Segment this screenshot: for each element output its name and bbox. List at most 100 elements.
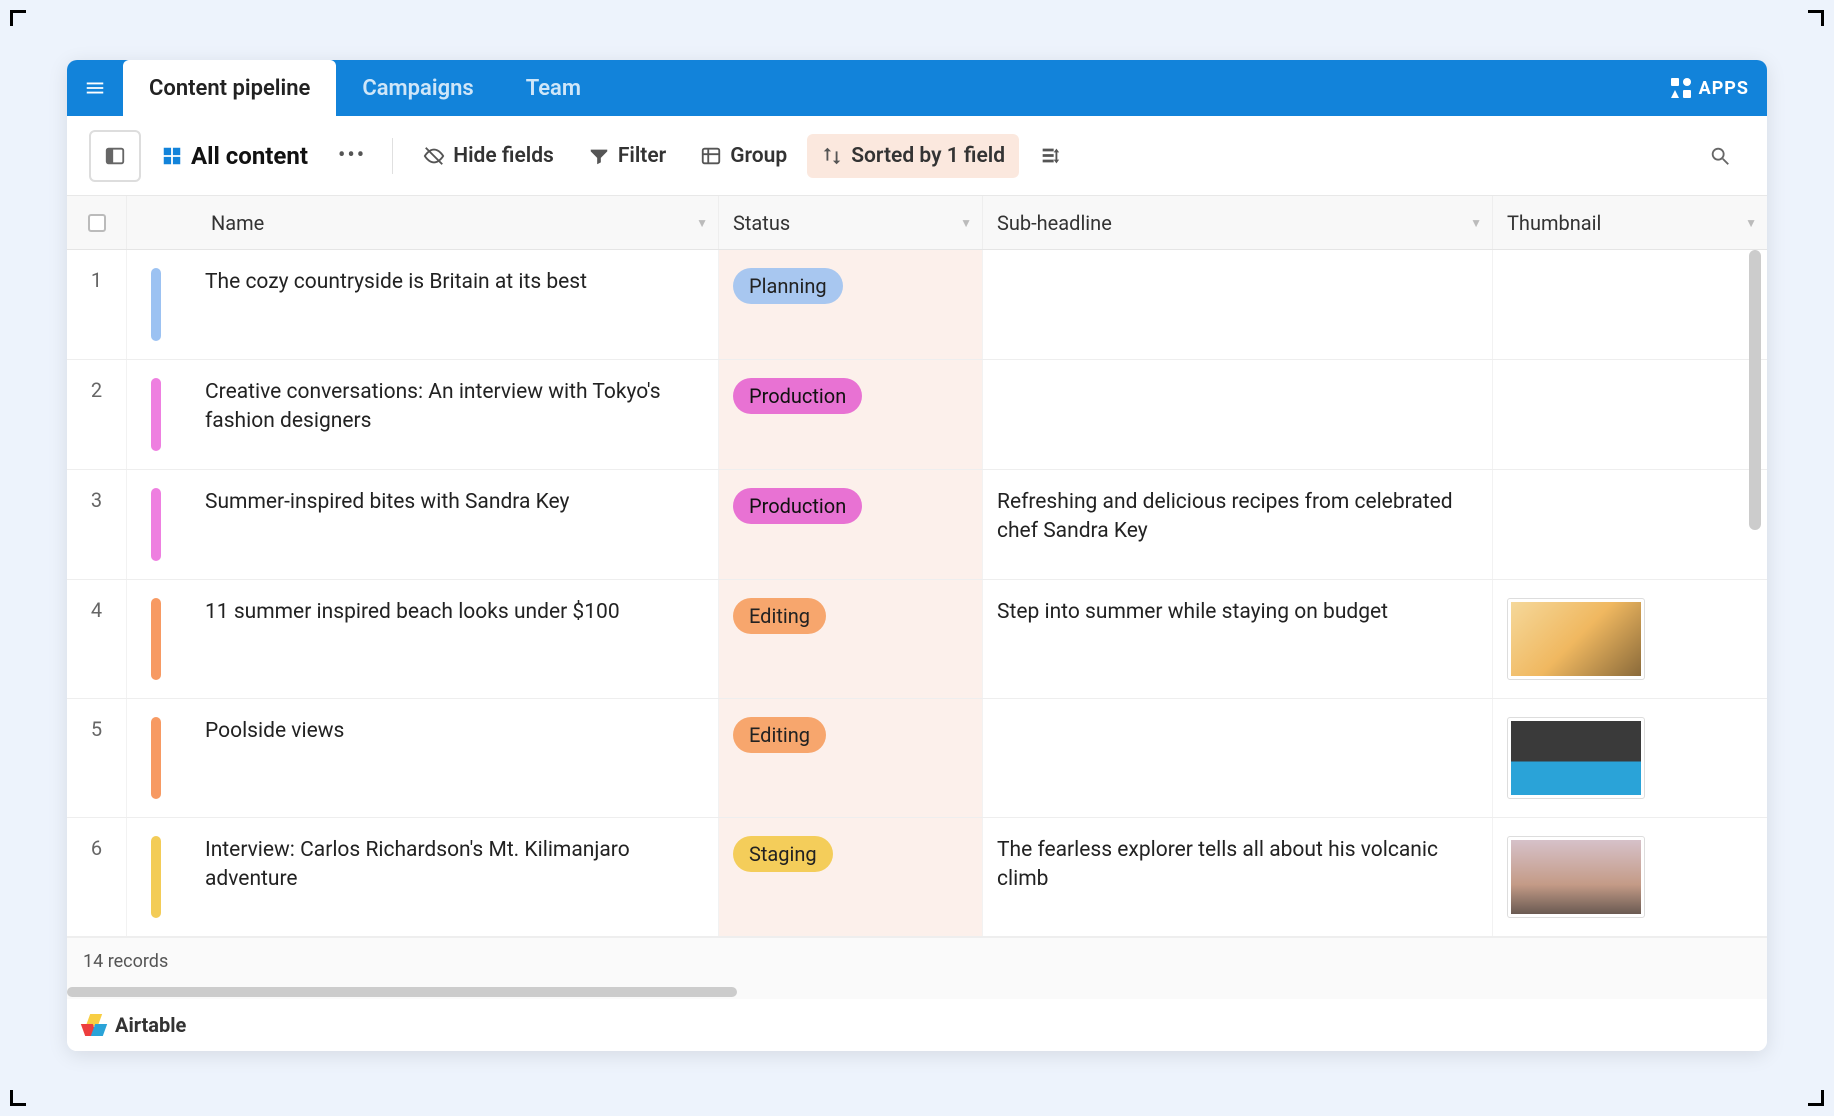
select-all-checkbox[interactable] <box>88 214 106 232</box>
cell-name[interactable]: Interview: Carlos Richardson's Mt. Kilim… <box>127 818 719 936</box>
cell-status[interactable]: Planning <box>719 250 983 359</box>
tab-campaigns[interactable]: Campaigns <box>336 60 499 116</box>
column-header-name[interactable]: Name▼ <box>127 196 719 249</box>
cell-name[interactable]: The cozy countryside is Britain at its b… <box>127 250 719 359</box>
cell-status[interactable]: Staging <box>719 818 983 936</box>
tab-team[interactable]: Team <box>500 60 607 116</box>
cell-name[interactable]: Creative conversations: An interview wit… <box>127 360 719 469</box>
column-header-sub-headline[interactable]: Sub-headline▼ <box>983 196 1493 249</box>
toggle-sidebar-button[interactable] <box>89 130 141 182</box>
name-text: Summer-inspired bites with Sandra Key <box>205 488 704 561</box>
chevron-down-icon: ▼ <box>960 216 972 230</box>
status-pill: Production <box>733 488 862 524</box>
brand-bar: Airtable <box>67 999 1767 1051</box>
tab-bar: Content pipeline Campaigns Team APPS <box>67 60 1767 116</box>
cell-name[interactable]: Summer-inspired bites with Sandra Key <box>127 470 719 579</box>
table-row[interactable]: 2 Creative conversations: An interview wi… <box>67 360 1767 470</box>
view-label: All content <box>191 142 308 170</box>
table-row[interactable]: 5 Poolside views Editing <box>67 699 1767 818</box>
name-text: Creative conversations: An interview wit… <box>205 378 704 451</box>
cell-sub-headline[interactable]: Refreshing and delicious recipes from ce… <box>983 470 1493 579</box>
apps-label: APPS <box>1699 78 1749 99</box>
row-number: 2 <box>67 360 127 469</box>
view-selector[interactable]: All content <box>147 132 322 180</box>
brand-name: Airtable <box>115 1013 186 1037</box>
eye-off-icon <box>423 145 445 167</box>
sort-button[interactable]: Sorted by 1 field <box>807 134 1019 178</box>
separator <box>392 138 393 174</box>
menu-icon <box>84 77 106 99</box>
cell-thumbnail[interactable] <box>1493 250 1767 359</box>
group-icon <box>700 145 722 167</box>
name-text: 11 summer inspired beach looks under $10… <box>205 598 704 680</box>
airtable-logo-icon <box>83 1014 105 1036</box>
status-pill: Editing <box>733 717 826 753</box>
table-row[interactable]: 6 Interview: Carlos Richardson's Mt. Kili… <box>67 818 1767 937</box>
chevron-down-icon: ▼ <box>1470 216 1482 230</box>
group-label: Group <box>730 144 787 168</box>
filter-icon <box>588 145 610 167</box>
cell-sub-headline[interactable]: Step into summer while staying on budget <box>983 580 1493 698</box>
thumbnail-image[interactable] <box>1507 598 1645 680</box>
view-options-button[interactable]: ••• <box>328 143 376 168</box>
hide-fields-button[interactable]: Hide fields <box>409 134 568 178</box>
sort-icon <box>821 145 843 167</box>
toolbar: All content ••• Hide fields Filter Group… <box>67 116 1767 196</box>
cell-sub-headline[interactable] <box>983 360 1493 469</box>
row-height-icon <box>1039 145 1061 167</box>
cell-thumbnail[interactable] <box>1493 470 1767 579</box>
status-pill: Production <box>733 378 862 414</box>
status-pill: Staging <box>733 836 833 872</box>
record-count: 14 records <box>83 951 168 972</box>
vertical-scrollbar[interactable] <box>1749 250 1761 530</box>
cell-thumbnail[interactable] <box>1493 818 1767 936</box>
thumbnail-image[interactable] <box>1507 836 1645 918</box>
chevron-down-icon: ▼ <box>696 216 708 230</box>
group-button[interactable]: Group <box>686 134 801 178</box>
cell-name[interactable]: 11 summer inspired beach looks under $10… <box>127 580 719 698</box>
name-text: Poolside views <box>205 717 704 799</box>
cell-thumbnail[interactable] <box>1493 699 1767 817</box>
horizontal-scrollbar-track[interactable] <box>67 985 1767 999</box>
status-pill: Planning <box>733 268 843 304</box>
tab-content-pipeline[interactable]: Content pipeline <box>123 60 336 116</box>
hide-fields-label: Hide fields <box>453 144 554 168</box>
table-row[interactable]: 1 The cozy countryside is Britain at its … <box>67 250 1767 360</box>
status-color-bar <box>151 598 161 680</box>
table-header: Name▼ Status▼ Sub-headline▼ Thumbnail▼ <box>67 196 1767 250</box>
select-all-header[interactable] <box>67 196 127 249</box>
cell-status[interactable]: Editing <box>719 580 983 698</box>
cell-status[interactable]: Production <box>719 470 983 579</box>
row-number: 5 <box>67 699 127 817</box>
row-number: 6 <box>67 818 127 936</box>
sidebar-icon <box>104 145 126 167</box>
table-body: 1 The cozy countryside is Britain at its … <box>67 250 1767 937</box>
cell-sub-headline[interactable] <box>983 699 1493 817</box>
status-color-bar <box>151 717 161 799</box>
row-number: 1 <box>67 250 127 359</box>
cell-sub-headline[interactable] <box>983 250 1493 359</box>
menu-button[interactable] <box>67 60 123 116</box>
cell-thumbnail[interactable] <box>1493 360 1767 469</box>
cell-thumbnail[interactable] <box>1493 580 1767 698</box>
name-text: The cozy countryside is Britain at its b… <box>205 268 704 341</box>
status-color-bar <box>151 378 161 451</box>
row-number: 3 <box>67 470 127 579</box>
row-height-button[interactable] <box>1025 135 1075 177</box>
table-row[interactable]: 411 summer inspired beach looks under $1… <box>67 580 1767 699</box>
search-button[interactable] <box>1695 135 1745 177</box>
thumbnail-image[interactable] <box>1507 717 1645 799</box>
horizontal-scrollbar-thumb[interactable] <box>67 987 737 997</box>
filter-button[interactable]: Filter <box>574 134 680 178</box>
table-row[interactable]: 3 Summer-inspired bites with Sandra Key Pr… <box>67 470 1767 580</box>
cell-name[interactable]: Poolside views <box>127 699 719 817</box>
grid-icon <box>161 145 183 167</box>
column-header-status[interactable]: Status▼ <box>719 196 983 249</box>
status-color-bar <box>151 268 161 341</box>
apps-button[interactable]: APPS <box>1671 78 1749 99</box>
cell-sub-headline[interactable]: The fearless explorer tells all about hi… <box>983 818 1493 936</box>
cell-status[interactable]: Editing <box>719 699 983 817</box>
name-text: Interview: Carlos Richardson's Mt. Kilim… <box>205 836 704 918</box>
column-header-thumbnail[interactable]: Thumbnail▼ <box>1493 196 1767 249</box>
cell-status[interactable]: Production <box>719 360 983 469</box>
